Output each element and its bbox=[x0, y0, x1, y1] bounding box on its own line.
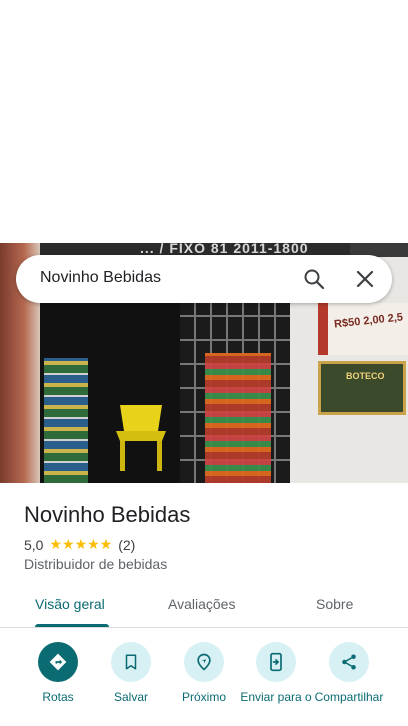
boteco-poster bbox=[318, 361, 406, 415]
directions-button[interactable]: Rotas bbox=[22, 640, 94, 704]
tab-bar: Visão geral Avaliações Sobre bbox=[0, 584, 408, 628]
directions-icon bbox=[49, 653, 67, 671]
send-to-phone-button[interactable]: Enviar para o bbox=[240, 640, 312, 704]
place-category: Distribuidor de bebidas bbox=[24, 556, 168, 572]
share-icon bbox=[342, 654, 356, 670]
rating-value: 5,0 bbox=[24, 537, 44, 553]
tab-about[interactable]: Sobre bbox=[316, 596, 353, 612]
send-to-phone-icon bbox=[270, 652, 282, 672]
search-bar[interactable]: Novinho Bebidas bbox=[16, 255, 392, 303]
star-rating-icon: ★★★★★ bbox=[49, 537, 113, 553]
share-button[interactable]: Compartilhar bbox=[313, 640, 385, 704]
price-poster bbox=[318, 303, 408, 355]
close-icon[interactable] bbox=[353, 267, 377, 291]
bookmark-icon bbox=[125, 654, 137, 670]
tab-overview[interactable]: Visão geral bbox=[35, 596, 105, 612]
search-icon[interactable] bbox=[302, 267, 326, 291]
action-buttons: Rotas Salvar Próximo Enviar para o Compa… bbox=[0, 640, 408, 726]
drinks-shelf bbox=[44, 358, 88, 483]
save-button[interactable]: Salvar bbox=[95, 640, 167, 704]
search-input[interactable]: Novinho Bebidas bbox=[40, 269, 161, 287]
tab-reviews[interactable]: Avaliações bbox=[168, 596, 235, 612]
yellow-chair bbox=[116, 405, 166, 471]
map-blank-area bbox=[0, 0, 408, 243]
active-tab-indicator bbox=[35, 624, 109, 627]
drinks-stack bbox=[205, 353, 271, 483]
review-count: (2) bbox=[118, 537, 136, 553]
place-title: Novinho Bebidas bbox=[24, 502, 191, 527]
nearby-icon bbox=[197, 653, 211, 671]
nearby-button[interactable]: Próximo bbox=[168, 640, 240, 704]
rating-row[interactable]: 5,0 ★★★★★ (2) bbox=[24, 536, 135, 554]
